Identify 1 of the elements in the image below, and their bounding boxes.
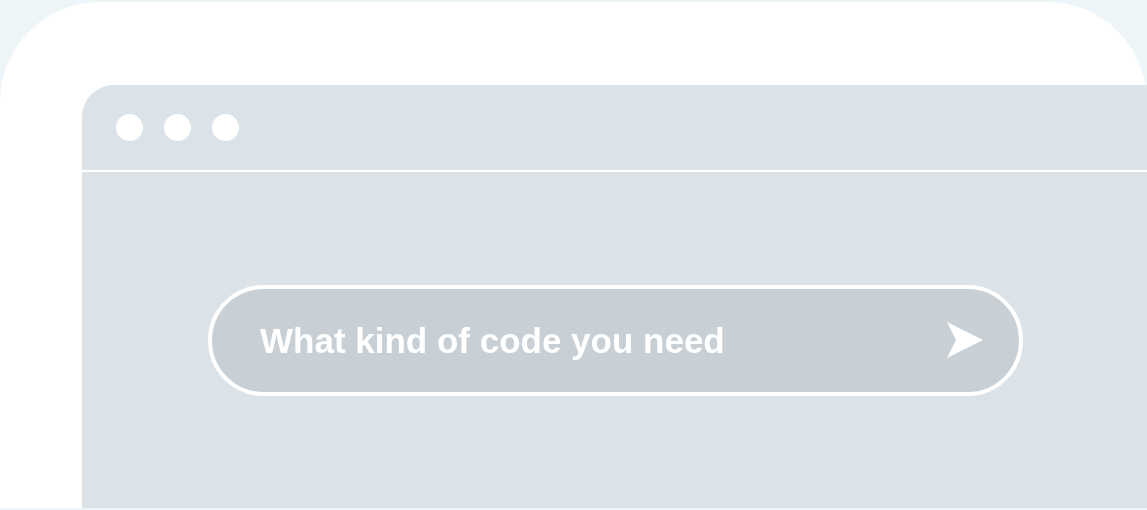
send-icon[interactable]: [945, 320, 985, 360]
